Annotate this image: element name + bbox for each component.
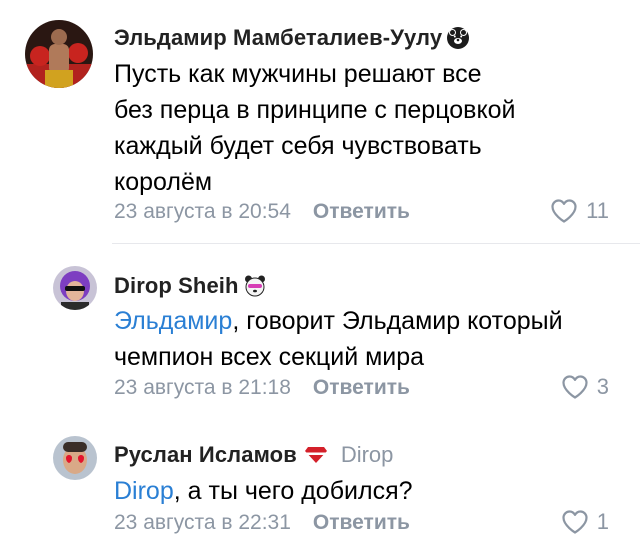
author-name[interactable]: Dirop Sheih	[114, 273, 239, 299]
like-count: 11	[586, 198, 609, 223]
heart-icon	[551, 199, 577, 223]
mention-link[interactable]: Эльдамир	[114, 307, 232, 335]
comment-date[interactable]: 23 августа в 22:31	[114, 511, 291, 535]
like-button[interactable]: 11	[550, 196, 609, 226]
like-count: 3	[596, 374, 609, 399]
author-name[interactable]: Эльдамир Мамбеталиев-Уулу	[114, 25, 442, 51]
heart-icon	[562, 510, 588, 534]
reply-button[interactable]: Ответить	[313, 200, 410, 224]
reply-to-name[interactable]: Dirop	[341, 442, 394, 468]
avatar[interactable]	[53, 266, 97, 310]
comment-1: Эльдамир Мамбеталиев-Уулу Пусть как мужч…	[0, 0, 640, 240]
comment-text: Эльдамир, говорит Эльдамир который чемпи…	[114, 307, 563, 371]
reply-button[interactable]: Ответить	[313, 511, 410, 535]
comment-2: Dirop Sheih Эльдамир, говорит Эльдамир к…	[0, 244, 640, 424]
reply-button[interactable]: Ответить	[313, 376, 410, 400]
comment-text: Пусть как мужчины решают все без перца в…	[114, 60, 516, 196]
comment-date[interactable]: 23 августа в 20:54	[114, 200, 291, 224]
spartak-logo-icon	[303, 443, 329, 467]
comment-text: Dirop, а ты чего добился?	[114, 477, 413, 505]
comment-date[interactable]: 23 августа в 21:18	[114, 376, 291, 400]
like-button[interactable]: 1	[561, 507, 609, 537]
comment-3: Руслан Исламов Dirop Dirop, а ты чего до…	[0, 424, 640, 557]
mention-link[interactable]: Dirop	[114, 477, 174, 505]
avatar[interactable]	[25, 20, 93, 88]
like-button[interactable]: 3	[561, 372, 609, 402]
author-name[interactable]: Руслан Исламов	[114, 442, 297, 468]
avatar[interactable]	[53, 436, 97, 480]
like-count: 1	[596, 509, 609, 534]
bear-icon	[446, 26, 470, 50]
heart-icon	[562, 375, 588, 399]
panda-icon	[243, 274, 267, 298]
